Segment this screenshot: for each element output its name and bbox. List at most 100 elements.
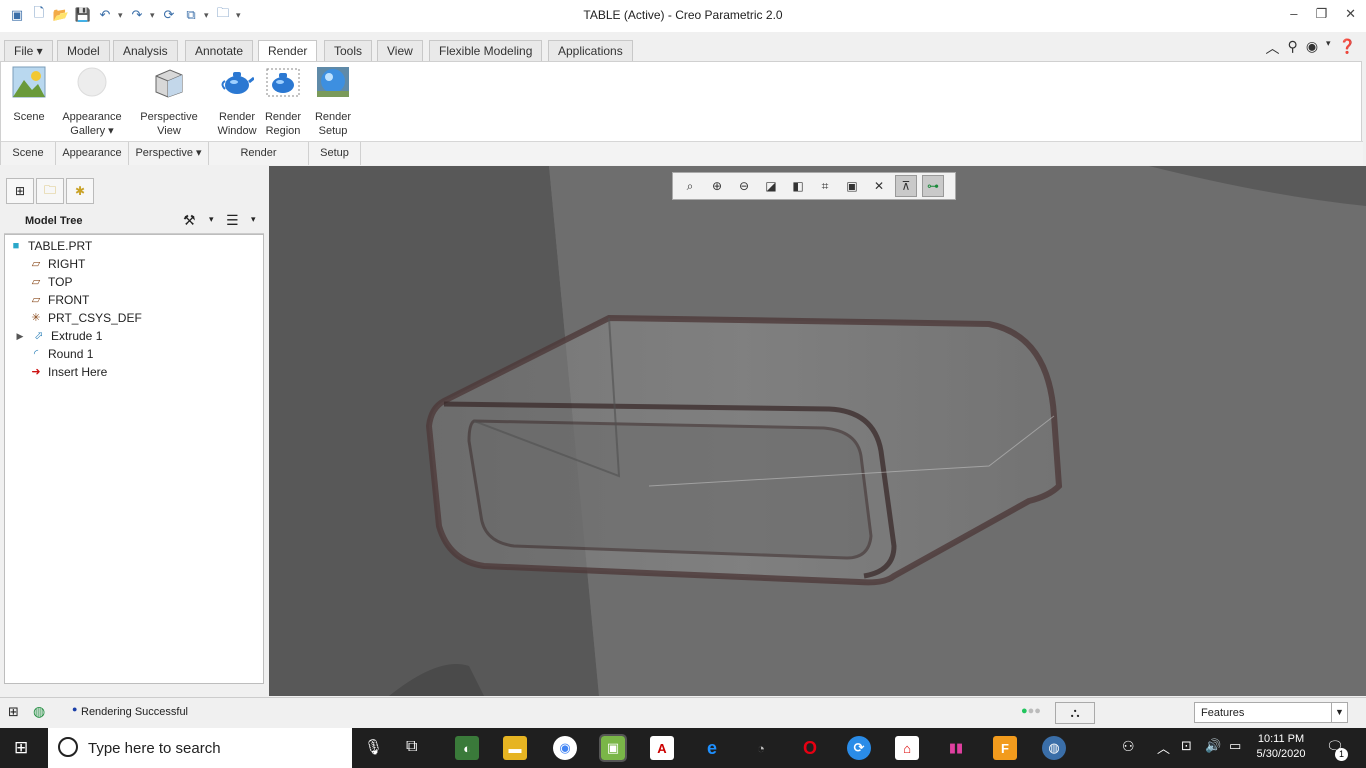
edge-icon[interactable]: e (700, 736, 724, 760)
annotation-display-icon[interactable]: ⊼ (895, 175, 917, 197)
datum-display-icon[interactable]: ✕ (868, 175, 890, 197)
community-dropdown-icon[interactable]: ▾ (1326, 38, 1331, 58)
expand-arrow-icon[interactable]: ▶ (13, 329, 27, 343)
taskbar-search[interactable]: Type here to search (48, 728, 352, 768)
perspective-view-button[interactable]: Perspective View (135, 66, 203, 138)
notification-count-badge: 1 (1335, 748, 1348, 761)
render-region-teapot-icon (266, 66, 300, 98)
model-tree-tab-icon[interactable]: ⊞ (6, 178, 34, 204)
tab-flexible-modeling[interactable]: Flexible Modeling (429, 40, 543, 62)
tree-columns-icon[interactable]: ☰ (226, 212, 239, 229)
tab-file[interactable]: File ▾ (4, 40, 53, 62)
tab-applications[interactable]: Applications (548, 40, 633, 62)
autodesk-icon[interactable]: A (650, 736, 674, 760)
tree-item-csys[interactable]: ✳ PRT_CSYS_DEF (29, 309, 141, 327)
tab-annotate[interactable]: Annotate (185, 40, 254, 62)
coordinate-system-icon: ✳ (31, 312, 41, 324)
sync-app-icon[interactable]: ⟳ (847, 736, 871, 760)
tab-tools[interactable]: Tools (324, 40, 373, 62)
tree-root[interactable]: ■ TABLE.PRT (9, 237, 93, 255)
tree-item-insert-here[interactable]: ➜ Insert Here (29, 363, 107, 381)
tray-expand-icon[interactable]: ︿ (1157, 738, 1170, 757)
tree-columns-dropdown-icon[interactable]: ▾ (251, 214, 256, 225)
view-manager-icon[interactable]: ▣ (841, 175, 863, 197)
tree-item-front[interactable]: ▱ FRONT (29, 291, 90, 309)
show-navigator-icon[interactable]: ⊞ (8, 704, 19, 720)
community-icon[interactable]: ◉ (1306, 38, 1318, 58)
folder-browser-tab-icon[interactable]: 🗀 (36, 178, 64, 204)
battery-icon[interactable]: ▭ (1229, 738, 1241, 754)
group-label-setup: Setup (309, 142, 361, 165)
saved-orientations-icon[interactable]: ⌗ (814, 175, 836, 197)
extrude-icon: ⬀ (34, 330, 44, 342)
tab-model[interactable]: Model (57, 40, 110, 62)
selection-filter[interactable]: Features ▼ (1194, 702, 1348, 723)
help-icon[interactable]: ❓ (1339, 38, 1356, 58)
file-explorer-icon[interactable]: ▬ (503, 736, 527, 760)
ribbon-tabs: File ▾ Model Analysis Annotate Render To… (0, 38, 1366, 64)
scene-label: Scene (13, 111, 45, 123)
tab-file-label: File (14, 44, 34, 58)
network-icon[interactable]: ⊡ (1181, 738, 1192, 754)
appearance-gallery-button[interactable]: Appearance Gallery ▾ (57, 66, 127, 138)
minimize-icon[interactable]: – (1290, 6, 1297, 22)
zoom-in-icon[interactable]: ⊕ (706, 175, 728, 197)
repaint-icon[interactable]: ◪ (760, 175, 782, 197)
tree-item-label: TOP (48, 275, 73, 289)
round-icon: ◜ (33, 348, 39, 360)
render-window-button[interactable]: Render Window (213, 66, 261, 138)
minimize-ribbon-icon[interactable]: ︿ (1266, 38, 1280, 58)
globe-app-icon[interactable]: ◐ (455, 736, 479, 760)
tab-view[interactable]: View (377, 40, 423, 62)
tree-root-label: TABLE.PRT (28, 239, 93, 253)
tree-item-label: Round 1 (48, 347, 94, 361)
volume-icon[interactable]: 🔊 (1205, 738, 1221, 754)
rendered-scene (269, 166, 1366, 696)
scene-button[interactable]: Scene (7, 66, 51, 124)
render-region-button[interactable]: Render Region (261, 66, 305, 138)
spin-center-icon[interactable]: ⊶ (922, 175, 944, 197)
display-style-icon[interactable]: ◧ (787, 175, 809, 197)
render-setup-icon (316, 66, 350, 98)
restore-icon[interactable]: ❐ (1315, 6, 1327, 22)
refit-icon[interactable]: ⌕ (679, 175, 701, 197)
regen-status-icon: ●●● (1021, 705, 1041, 717)
fusion-icon[interactable]: F (993, 736, 1017, 760)
ribbon: Scene Appearance Gallery ▾ Perspective V… (0, 61, 1363, 165)
zoom-out-icon[interactable]: ⊖ (733, 175, 755, 197)
favorites-tab-icon[interactable]: ✱ (66, 178, 94, 204)
people-icon[interactable]: ⚇ (1122, 738, 1135, 755)
clock[interactable]: 10:11 PM 5/30/2020 (1250, 732, 1312, 762)
chevron-down-icon[interactable]: ▼ (1331, 703, 1347, 722)
creo-taskbar-icon[interactable]: ▣ (599, 734, 627, 762)
app-icon[interactable]: ◔ (749, 736, 773, 760)
tree-item-extrude[interactable]: ▶ ⬀ Extrude 1 (13, 327, 103, 345)
graphics-viewport[interactable]: ⌕ ⊕ ⊖ ◪ ◧ ⌗ ▣ ✕ ⊼ ⊶ (269, 166, 1366, 696)
group-label-perspective[interactable]: Perspective ▾ (129, 142, 209, 165)
close-icon[interactable]: ✕ (1345, 6, 1356, 22)
group-label-perspective-text: Perspective (135, 147, 193, 159)
task-view-icon[interactable]: ⧉ (406, 738, 417, 756)
scene-icon (12, 66, 46, 98)
tree-item-top[interactable]: ▱ TOP (29, 273, 73, 291)
chrome-icon[interactable]: ◉ (553, 736, 577, 760)
opera-icon[interactable]: O (798, 736, 822, 760)
tree-item-right[interactable]: ▱ RIGHT (29, 255, 86, 273)
tree-item-round[interactable]: ◜ Round 1 (29, 345, 94, 363)
tree-item-label: FRONT (48, 293, 90, 307)
microphone-icon[interactable]: 🎙 (364, 738, 383, 756)
tree-item-label: Extrude 1 (51, 329, 103, 343)
globe-sphere-icon[interactable]: ◍ (1042, 736, 1066, 760)
windows-start-icon[interactable]: ⊞ (14, 738, 28, 758)
message-bullet-icon: ● (72, 704, 78, 714)
equalizer-app-icon[interactable]: ▮▮ (944, 736, 968, 760)
show-browser-icon[interactable]: ◍ (33, 703, 45, 720)
render-setup-button[interactable]: Render Setup (311, 66, 355, 138)
find-icon[interactable]: ⛬ (1055, 702, 1095, 724)
acrobat-icon[interactable]: ⌂ (895, 736, 919, 760)
search-icon[interactable]: ⚲ (1288, 38, 1298, 58)
tab-analysis[interactable]: Analysis (113, 40, 178, 62)
tree-settings-dropdown-icon[interactable]: ▾ (209, 214, 214, 225)
appearance-gallery-label-2-row: Gallery ▾ (70, 125, 114, 137)
tree-settings-icon[interactable]: ⚒ (183, 212, 196, 229)
